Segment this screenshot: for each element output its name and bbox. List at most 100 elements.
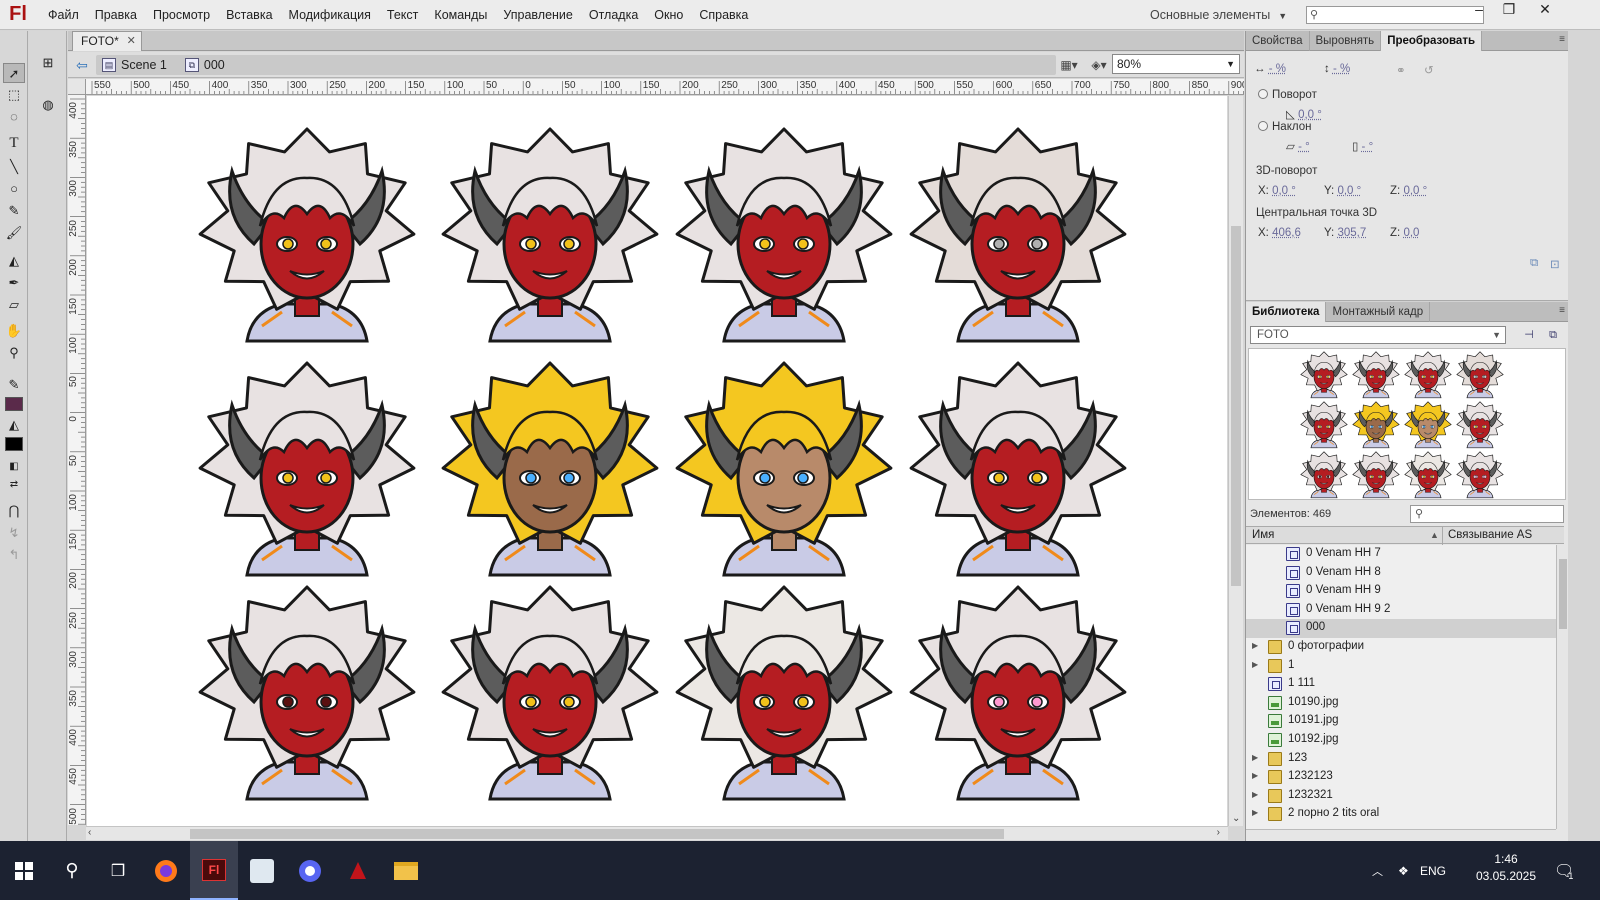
height-percent[interactable]: - % xyxy=(1333,63,1350,75)
zoom-select[interactable]: 80% ▼ xyxy=(1112,54,1240,74)
rotate-radio[interactable] xyxy=(1258,89,1268,99)
lasso-tool-icon[interactable]: ◌ xyxy=(3,107,25,127)
hand-tool-icon[interactable]: ✋ xyxy=(3,321,25,341)
task-view-icon[interactable]: ❒ xyxy=(94,841,142,900)
scroll-down-icon[interactable]: ⌄ xyxy=(1232,813,1240,824)
width-percent[interactable]: - % xyxy=(1269,63,1286,75)
character-portrait[interactable] xyxy=(435,584,665,804)
library-item[interactable]: ▶ 2 порно 2 tits oral xyxy=(1246,805,1556,824)
menu-item[interactable]: Просмотр xyxy=(145,0,218,30)
explorer-icon[interactable] xyxy=(382,841,430,900)
library-item[interactable]: ▶ 1232321 xyxy=(1246,787,1556,806)
skew-option[interactable]: Наклон xyxy=(1258,121,1311,133)
panel-menu-icon[interactable]: ≡ xyxy=(1559,34,1565,45)
sort-ascending-icon[interactable]: ▲ xyxy=(1430,530,1439,540)
straighten-icon[interactable]: ↰ xyxy=(3,545,25,565)
menu-item[interactable]: Модификация xyxy=(281,0,379,30)
menu-item[interactable]: Текст xyxy=(379,0,426,30)
menu-item[interactable]: Файл xyxy=(40,0,87,30)
zoom-tool-icon[interactable]: ⚲ xyxy=(3,343,25,363)
game-icon[interactable] xyxy=(334,841,382,900)
menu-item[interactable]: Вставка xyxy=(218,0,280,30)
edit-symbol-icon[interactable]: ◈▾ xyxy=(1088,56,1110,74)
smooth-icon[interactable]: ↯ xyxy=(3,523,25,543)
stage-canvas[interactable] xyxy=(87,96,1227,826)
library-item[interactable]: 000 xyxy=(1246,619,1556,638)
workspace-switcher[interactable]: Основные элементы ▼ xyxy=(1150,0,1287,30)
rotate-value[interactable]: 0,0 ° xyxy=(1298,109,1322,121)
brush-tool-icon[interactable]: 🖌 xyxy=(3,223,25,243)
search-icon[interactable]: ⚲ xyxy=(48,841,96,900)
character-portrait[interactable] xyxy=(903,360,1133,580)
new-library-panel-icon[interactable]: ⧉ xyxy=(1544,326,1562,344)
snap-magnet-icon[interactable]: ⋂ xyxy=(3,501,25,521)
wolf-app-icon[interactable] xyxy=(238,841,286,900)
scroll-thumb[interactable] xyxy=(1231,226,1241,586)
rot3d-y-value[interactable]: 0,0 ° xyxy=(1337,185,1361,197)
menu-item[interactable]: Команды xyxy=(426,0,495,30)
discord-icon[interactable] xyxy=(286,841,334,900)
library-item[interactable]: 10192.jpg xyxy=(1246,731,1556,750)
paint-bucket-tool-icon[interactable]: ◭ xyxy=(3,251,25,271)
eyedropper-tool-icon[interactable]: ✒ xyxy=(3,273,25,293)
system-clock[interactable]: 1:46 03.05.2025 xyxy=(1468,851,1544,885)
library-item[interactable]: ▶ 1 xyxy=(1246,657,1556,676)
expand-arrow-icon[interactable]: ▶ xyxy=(1252,660,1258,669)
expand-arrow-icon[interactable]: ▶ xyxy=(1252,753,1258,762)
library-item[interactable]: 0 Venam HH 7 xyxy=(1246,545,1556,564)
swatches-panel-icon[interactable]: ◍ xyxy=(37,95,59,115)
rot3d-z-value[interactable]: 0,0 ° xyxy=(1403,185,1427,197)
column-as-linkage[interactable]: Связывание AS xyxy=(1448,529,1532,541)
character-portrait[interactable] xyxy=(435,126,665,346)
expand-arrow-icon[interactable]: ▶ xyxy=(1252,790,1258,799)
expand-arrow-icon[interactable]: ▶ xyxy=(1252,771,1258,780)
stage-horizontal-scrollbar[interactable]: ‹ › xyxy=(86,826,1228,840)
character-portrait[interactable] xyxy=(192,126,422,346)
library-item[interactable]: ▶ 0 фотографии xyxy=(1246,638,1556,657)
library-item[interactable]: 0 Venam HH 9 xyxy=(1246,582,1556,601)
eraser-tool-icon[interactable]: ▱ xyxy=(3,295,25,315)
tab-properties-2[interactable]: Преобразовать xyxy=(1381,31,1483,51)
selection-tool-icon[interactable]: ➚ xyxy=(3,63,25,83)
tab-properties-1[interactable]: Выровнять xyxy=(1310,31,1382,51)
menu-item[interactable]: Окно xyxy=(646,0,691,30)
scroll-right-icon[interactable]: › xyxy=(1217,827,1220,838)
library-item[interactable]: 10191.jpg xyxy=(1246,712,1556,731)
document-tab[interactable]: FOTO* ✕ xyxy=(72,31,142,51)
skew-v-value[interactable]: - ° xyxy=(1362,141,1374,153)
breadcrumb-symbol[interactable]: ⧉ 000 xyxy=(184,58,225,72)
minimize-button[interactable]: – xyxy=(1464,0,1494,20)
panel-menu-icon[interactable]: ≡ xyxy=(1559,305,1565,316)
character-portrait[interactable] xyxy=(669,584,899,804)
menu-item[interactable]: Правка xyxy=(87,0,145,30)
library-search-input[interactable]: ⚲ xyxy=(1410,505,1564,523)
library-item[interactable]: 0 Venam HH 9 2 xyxy=(1246,601,1556,620)
restore-button[interactable]: ❐ xyxy=(1494,0,1524,20)
reset-icon[interactable]: ↺ xyxy=(1424,63,1434,77)
center3d-y-value[interactable]: 305,7 xyxy=(1337,227,1366,239)
center3d-z-value[interactable]: 0,0 xyxy=(1403,227,1419,239)
character-portrait[interactable] xyxy=(669,126,899,346)
stage-vertical-scrollbar[interactable]: ⌄ xyxy=(1228,96,1243,826)
back-arrow-icon[interactable]: ⇦ xyxy=(72,56,92,74)
menu-item[interactable]: Отладка xyxy=(581,0,646,30)
library-item[interactable]: ▶ 123 xyxy=(1246,750,1556,769)
skew-radio[interactable] xyxy=(1258,121,1268,131)
duplicate-transform-icon[interactable]: ⧉ xyxy=(1530,257,1538,270)
align-panel-icon[interactable]: ⊞ xyxy=(37,53,59,73)
flash-icon[interactable]: Fl xyxy=(190,841,238,900)
breadcrumb-scene[interactable]: ▤ Scene 1 xyxy=(102,58,167,72)
text-tool-icon[interactable]: T xyxy=(3,133,25,153)
language-indicator[interactable]: ENG xyxy=(1420,841,1446,900)
rot3d-x-value[interactable]: 0,0 ° xyxy=(1272,185,1296,197)
edit-scene-icon[interactable]: ▦▾ xyxy=(1058,56,1080,74)
help-search-input[interactable]: ⚲ xyxy=(1306,6,1484,24)
pin-library-icon[interactable]: ⊣ xyxy=(1520,326,1538,344)
scroll-thumb[interactable] xyxy=(1559,559,1567,629)
swap-colors-icon[interactable]: ⇄ xyxy=(3,475,25,495)
library-item[interactable]: ▶ 1232123 xyxy=(1246,768,1556,787)
tray-overflow-icon[interactable]: ︿ xyxy=(1372,841,1383,900)
character-portrait[interactable] xyxy=(903,126,1133,346)
line-tool-icon[interactable]: ╲ xyxy=(3,157,25,177)
tab-library-0[interactable]: Библиотека xyxy=(1246,302,1327,322)
